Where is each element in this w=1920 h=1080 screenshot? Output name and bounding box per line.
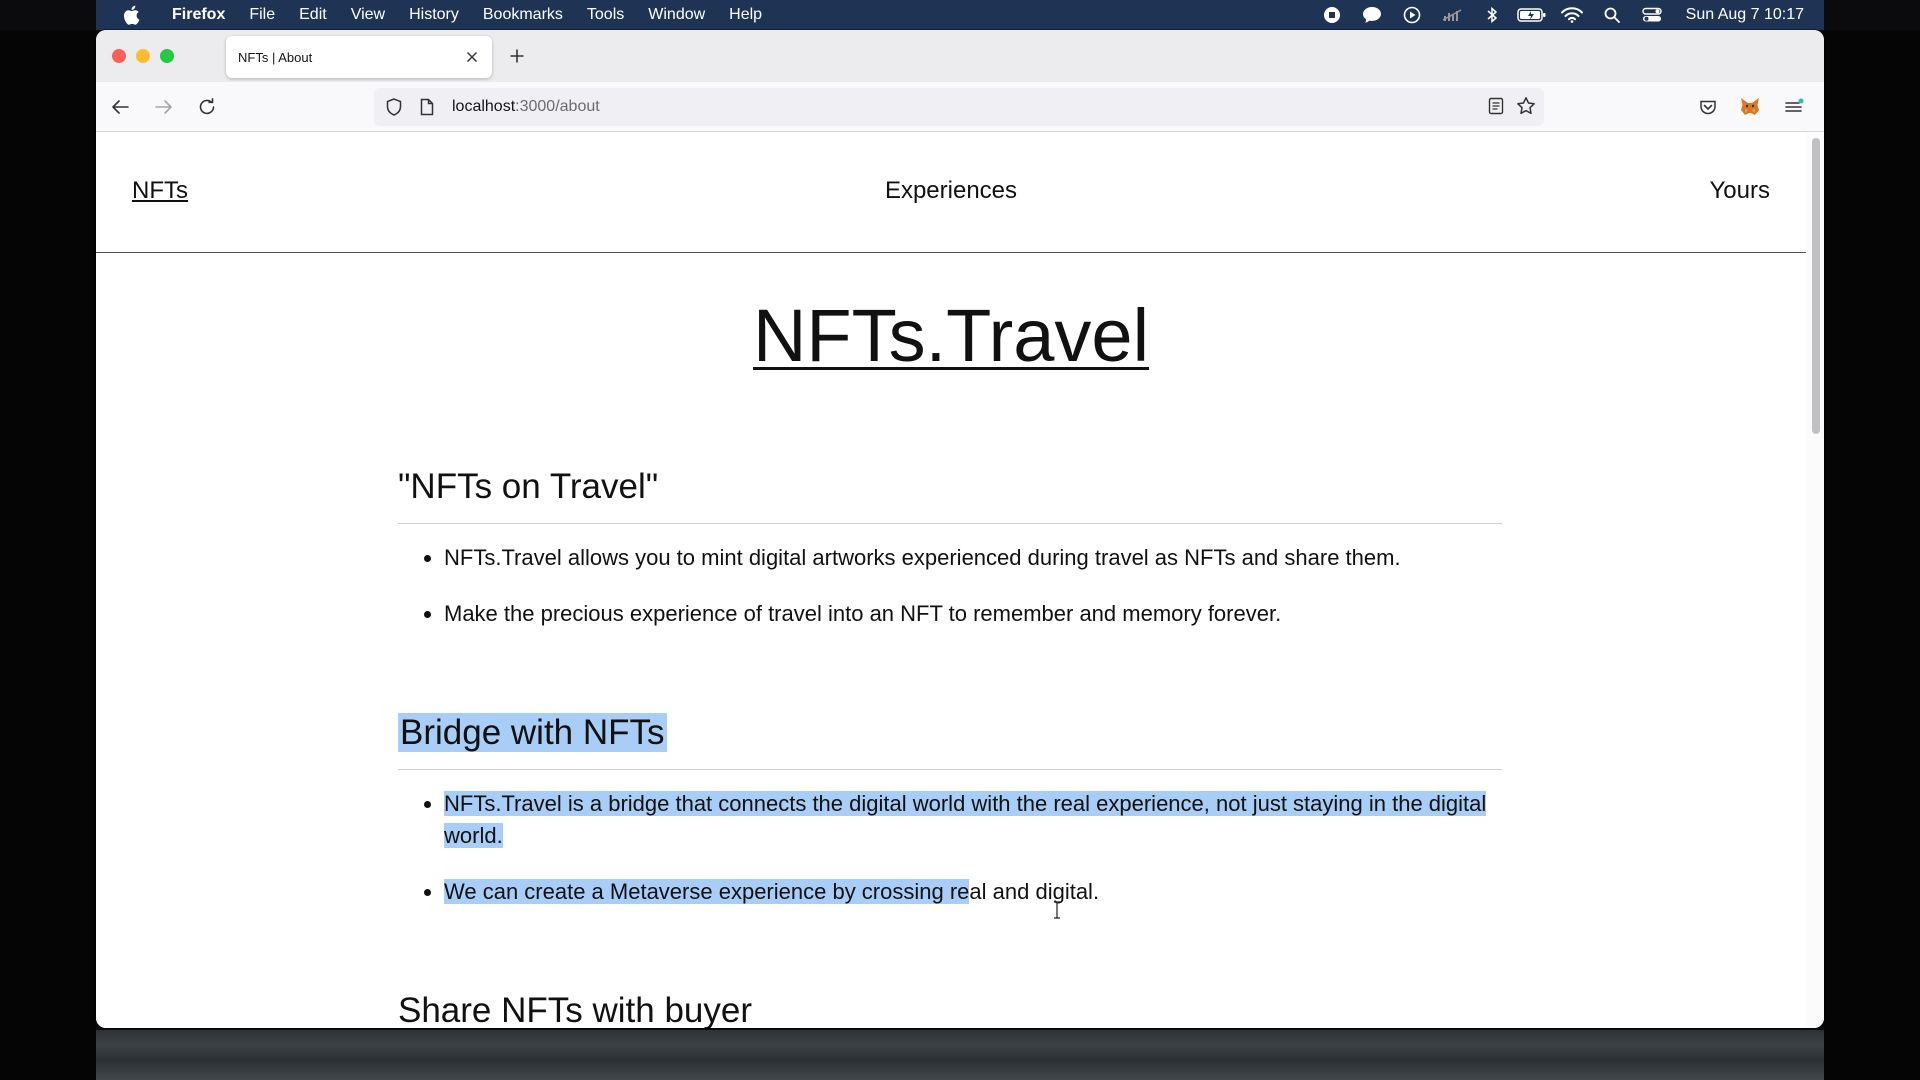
selected-text: We can create a Metaverse experience by … [444, 879, 970, 904]
navigation-toolbar: localhost:3000/about [96, 82, 1824, 132]
chat-icon[interactable] [1352, 0, 1392, 30]
menu-file[interactable]: File [237, 6, 287, 24]
nav-link-yours[interactable]: Yours [1710, 177, 1771, 205]
selected-text: NFTs.Travel is a bridge that connects th… [444, 791, 1487, 848]
minimize-window-button[interactable] [136, 49, 150, 63]
section-heading: Bridge with NFTs [398, 711, 1502, 770]
section-list: NFTs.Travel allows you to mint digital a… [398, 542, 1502, 630]
close-window-button[interactable] [112, 49, 126, 63]
section-heading: "NFTs on Travel" [398, 465, 1502, 524]
section-bridge-with-nfts: Bridge with NFTs NFTs.Travel is a bridge… [398, 711, 1502, 932]
tab-strip: NFTs | About [96, 30, 1824, 82]
list-item: NFTs.Travel allows you to mint digital a… [444, 542, 1502, 574]
record-icon[interactable] [1312, 0, 1352, 30]
nav-link-nfts[interactable]: NFTs [132, 177, 188, 205]
menu-help[interactable]: Help [717, 6, 774, 24]
menu-bar-status-area: Sun Aug 7 10:17 [1312, 0, 1824, 30]
site-title[interactable]: NFTs.Travel [96, 293, 1806, 378]
tab-nfts-about[interactable]: NFTs | About [226, 36, 492, 78]
unselected-text: al and digital. [969, 879, 1100, 904]
section-list: NFTs.Travel is a bridge that connects th… [398, 788, 1502, 908]
firefox-window: NFTs | About localhost:3000/about Experi… [96, 30, 1824, 1028]
app-menu-icon[interactable] [1780, 94, 1808, 120]
zoom-window-button[interactable] [160, 49, 174, 63]
menu-history[interactable]: History [397, 6, 471, 24]
wifi-icon[interactable] [1552, 0, 1592, 30]
page-content: Experiences NFTs Yours NFTs.Travel "NFTs… [96, 133, 1806, 1028]
macos-menu-bar: Firefox File Edit View History Bookmarks… [96, 0, 1824, 30]
url-host: localhost [452, 98, 516, 115]
desktop-wallpaper [96, 1030, 1824, 1080]
tracking-protection-shield-icon[interactable] [386, 98, 406, 116]
new-tab-icon[interactable] [504, 43, 530, 69]
scrollbar-thumb[interactable] [1812, 138, 1820, 434]
reload-icon[interactable] [193, 94, 221, 120]
battery-icon[interactable] [1512, 0, 1552, 30]
list-item: We can create a Metaverse experience by … [444, 876, 1502, 908]
back-arrow-icon[interactable] [106, 94, 134, 120]
mute-icon[interactable] [1432, 0, 1472, 30]
section-heading: Share NFTs with buyer [398, 989, 1502, 1028]
section-nfts-on-travel: "NFTs on Travel" NFTs.Travel allows you … [398, 465, 1502, 654]
url-path: :3000/about [515, 98, 600, 115]
spotlight-icon[interactable] [1592, 0, 1632, 30]
nav-link-experiences[interactable]: Experiences [96, 177, 1806, 205]
desktop-background-left [0, 30, 96, 1080]
menu-bookmarks[interactable]: Bookmarks [471, 6, 575, 24]
menu-tools[interactable]: Tools [575, 6, 636, 24]
apple-icon[interactable] [122, 5, 146, 25]
bookmark-star-icon[interactable] [1516, 96, 1536, 121]
control-center-icon[interactable] [1632, 0, 1672, 30]
url-text[interactable]: localhost:3000/about [452, 98, 600, 116]
pocket-icon[interactable] [1694, 94, 1722, 120]
menu-app-firefox[interactable]: Firefox [160, 6, 237, 24]
site-nav: Experiences NFTs Yours [96, 133, 1806, 253]
list-item: NFTs.Travel is a bridge that connects th… [444, 788, 1502, 852]
selected-heading-text: Bridge with NFTs [398, 713, 667, 752]
bluetooth-icon[interactable] [1472, 0, 1512, 30]
play-icon[interactable] [1392, 0, 1432, 30]
menu-view[interactable]: View [339, 6, 397, 24]
metamask-fox-icon[interactable] [1736, 94, 1764, 120]
menu-window[interactable]: Window [636, 6, 717, 24]
close-tab-icon[interactable] [462, 47, 482, 67]
reader-view-icon[interactable] [1488, 97, 1504, 120]
text-cursor-icon [1052, 901, 1062, 924]
menu-edit[interactable]: Edit [287, 6, 339, 24]
desktop-background-right [1824, 30, 1920, 1080]
list-item: Make the precious experience of travel i… [444, 598, 1502, 630]
forward-arrow-icon[interactable] [150, 94, 178, 120]
menu-bar-clock[interactable]: Sun Aug 7 10:17 [1686, 6, 1804, 24]
page-info-icon[interactable] [420, 98, 440, 116]
section-share-nfts-with-buyer: Share NFTs with buyer [398, 989, 1502, 1028]
address-bar[interactable]: localhost:3000/about [374, 88, 1544, 126]
tab-title: NFTs | About [238, 49, 313, 65]
